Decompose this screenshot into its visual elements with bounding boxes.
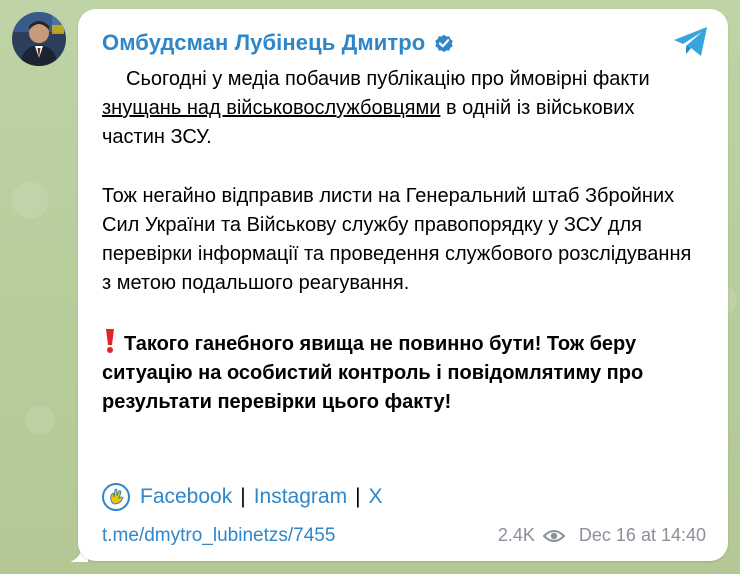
instagram-link[interactable]: Instagram <box>254 485 347 509</box>
post-permalink[interactable]: t.me/dmytro_lubinetzs/7455 <box>102 525 335 547</box>
message-timestamp: Dec 16 at 14:40 <box>578 525 706 545</box>
paragraph-3: Такого ганебного явища не повинно бути! … <box>102 328 702 417</box>
view-count: 2.4K <box>497 525 535 545</box>
channel-name[interactable]: Омбудсман Лубінець Дмитро <box>102 30 425 56</box>
abuse-link[interactable]: знущань над військовослужбовцями <box>102 97 440 119</box>
paragraph-3-text: Такого ганебного явища не повинно бути! … <box>102 333 644 413</box>
paragraph-1: Сьогодні у медіа побачив публікацію про … <box>102 65 702 152</box>
message-bubble: Омбудсман Лубінець Дмитро Сьогодні у мед… <box>78 9 728 561</box>
red-exclamation-icon <box>106 329 114 353</box>
paragraph-2: Тож негайно відправив листи на Генеральн… <box>102 185 692 294</box>
message-meta: 2.4K Dec 16 at 14:40 <box>498 525 706 546</box>
verified-badge-icon <box>435 34 454 53</box>
telegram-plane-icon[interactable] <box>672 25 710 59</box>
separator: | <box>355 485 361 508</box>
facebook-link[interactable]: Facebook <box>140 485 232 509</box>
x-link[interactable]: X <box>369 485 383 509</box>
social-links: Facebook | Instagram | X <box>102 483 383 511</box>
message-header: Омбудсман Лубінець Дмитро <box>102 29 704 57</box>
paragraph-1-text: Сьогодні у медіа побачив публікацію про … <box>126 68 650 90</box>
separator: | <box>240 485 246 508</box>
hand-emoji-icon <box>102 483 130 511</box>
message-body: Сьогодні у медіа побачив публікацію про … <box>102 65 702 417</box>
channel-avatar[interactable] <box>12 12 66 66</box>
avatar-image <box>12 12 66 66</box>
eye-icon <box>542 529 565 542</box>
